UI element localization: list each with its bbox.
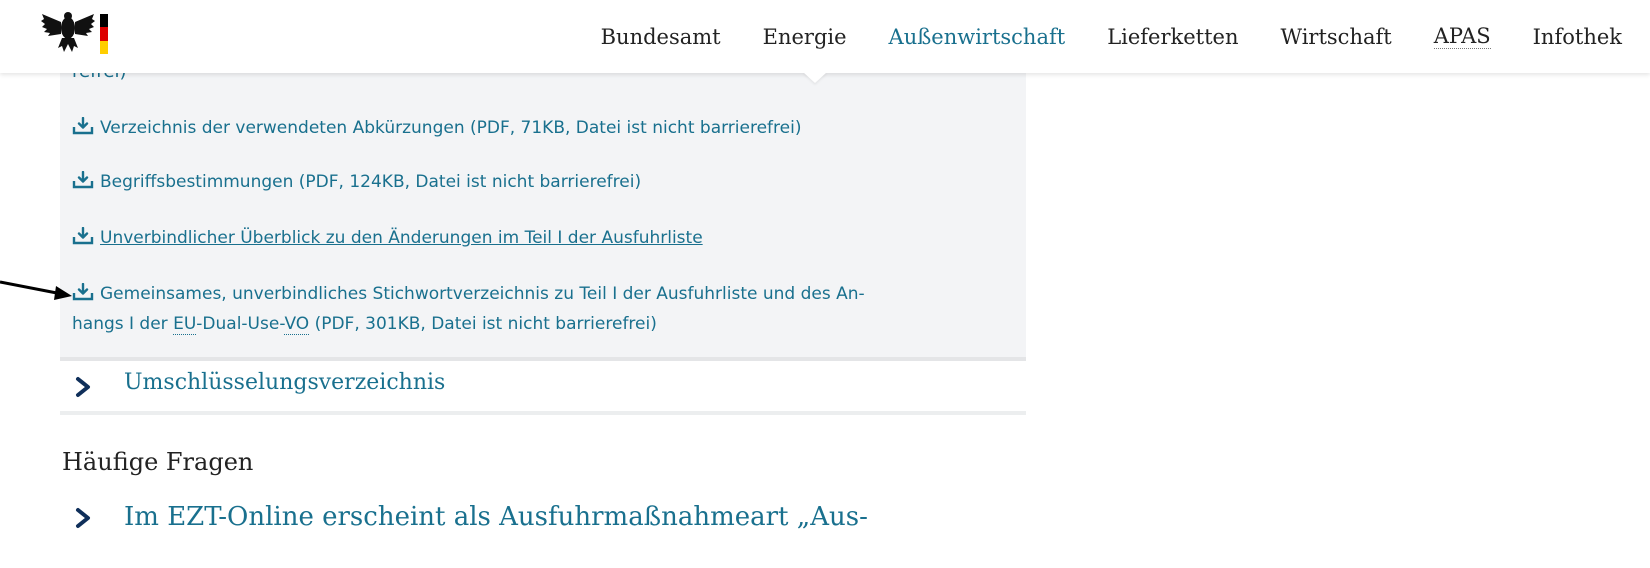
download-link-label: Verzeichnis der verwendeten Abkürzungen … xyxy=(100,118,802,138)
german-flag xyxy=(100,14,108,54)
download-link-label-line1: Gemeinsames, unverbindliches Stichwortve… xyxy=(100,284,865,304)
bundesadler-logo[interactable] xyxy=(40,8,140,56)
download-link-label: Unverbindlicher Überblick zu den Änderun… xyxy=(100,228,703,248)
nav-aussenwirtschaft[interactable]: Außenwirtschaft xyxy=(889,25,1066,49)
chevron-right-icon xyxy=(76,377,90,397)
download-link-begriffsbestimmungen[interactable]: Begriffsbestimmungen (PDF, 124KB, Datei … xyxy=(72,167,1002,197)
download-icon xyxy=(72,171,94,189)
accordion-umschluesselungsverzeichnis[interactable]: Umschlüsselungsverzeichnis xyxy=(60,361,1026,411)
nav-infothek[interactable]: Infothek xyxy=(1533,25,1622,49)
download-link-ueberblick[interactable]: Unverbindlicher Überblick zu den Änderun… xyxy=(72,223,1002,253)
federal-eagle-icon xyxy=(41,12,95,52)
nav-lieferketten[interactable]: Lieferketten xyxy=(1107,25,1238,49)
download-link-stichwortverzeichnis[interactable]: Gemeinsames, unverbindliches Stichwortve… xyxy=(72,279,1002,339)
main-navigation: Bundesamt Energie Außenwirtschaft Liefer… xyxy=(601,0,1650,73)
site-header: Bundesamt Energie Außenwirtschaft Liefer… xyxy=(0,0,1650,73)
annotation-arrow xyxy=(0,280,72,300)
truncated-link-text[interactable]: refrei) xyxy=(72,72,127,90)
nav-apas[interactable]: APAS xyxy=(1433,24,1491,49)
download-link-label-dash: -Dual-Use- xyxy=(196,314,285,334)
abbr-eu: EU xyxy=(173,314,197,335)
accordion-divider xyxy=(60,411,1026,415)
abbr-vo: VO xyxy=(284,314,310,335)
active-nav-caret xyxy=(803,72,827,83)
chevron-right-icon xyxy=(76,508,90,528)
download-link-abkuerzungen[interactable]: Verzeichnis der verwendeten Abkürzungen … xyxy=(72,113,1002,143)
download-link-label: Begriffsbestimmungen (PDF, 124KB, Datei … xyxy=(100,172,642,192)
download-link-label-line2-suffix: (PDF, 301KB, Datei ist nicht barrierefre… xyxy=(309,314,657,334)
nav-wirtschaft[interactable]: Wirtschaft xyxy=(1281,25,1392,49)
download-link-label-line2-prefix: hangs I der xyxy=(72,314,174,334)
faq-item-label: Im EZT-Online erscheint als Ausfuhrmaßna… xyxy=(124,502,868,532)
download-icon xyxy=(72,117,94,135)
download-icon xyxy=(72,227,94,245)
faq-heading: Häufige Fragen xyxy=(62,448,254,476)
nav-bundesamt[interactable]: Bundesamt xyxy=(601,25,721,49)
accordion-label: Umschlüsselungsverzeichnis xyxy=(124,370,446,395)
nav-energie[interactable]: Energie xyxy=(763,25,847,49)
faq-item[interactable]: Im EZT-Online erscheint als Ausfuhrmaßna… xyxy=(60,498,1026,548)
